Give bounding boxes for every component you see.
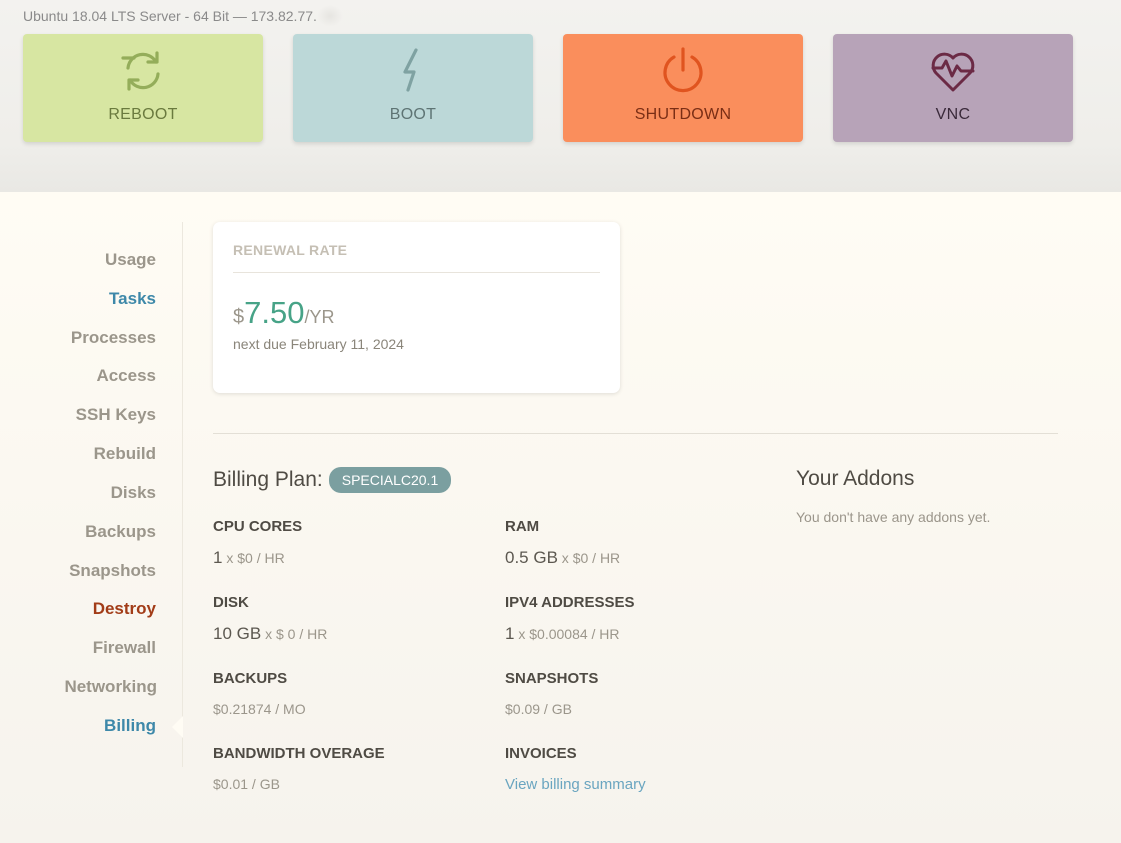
sidebar-item-backups[interactable]: Backups bbox=[85, 522, 156, 542]
billing-plan-heading: Billing Plan: SPECIALC20.1 bbox=[213, 467, 452, 493]
invoices-label: INVOICES bbox=[505, 745, 577, 762]
shutdown-button[interactable]: SHUTDOWN bbox=[563, 34, 803, 142]
view-billing-summary-link[interactable]: View billing summary bbox=[505, 776, 646, 793]
addons-empty-message: You don't have any addons yet. bbox=[796, 509, 991, 525]
price-amount: 7.50 bbox=[244, 295, 305, 330]
ipv4-rate: x $0.00084 / HR bbox=[514, 626, 620, 642]
backups-value: $0.21874 / MO bbox=[213, 701, 306, 717]
sidebar-item-ssh-keys[interactable]: SSH Keys bbox=[76, 405, 156, 425]
shutdown-label: SHUTDOWN bbox=[634, 106, 732, 123]
sidebar-item-disks[interactable]: Disks bbox=[111, 483, 156, 503]
renewal-price: $7.50/YR bbox=[233, 295, 334, 331]
sidebar-item-snapshots[interactable]: Snapshots bbox=[69, 561, 156, 581]
disk-amount: 10 GB bbox=[213, 624, 262, 643]
price-currency: $ bbox=[233, 306, 245, 328]
heart-monitor-icon bbox=[931, 52, 975, 92]
billing-plan-label: Billing Plan: bbox=[213, 468, 323, 491]
sidebar-item-processes[interactable]: Processes bbox=[71, 328, 156, 348]
plan-badge: SPECIALC20.1 bbox=[328, 467, 452, 493]
next-due-date: next due February 11, 2024 bbox=[233, 336, 404, 352]
snapshots-value: $0.09 / GB bbox=[505, 701, 572, 717]
vnc-label: VNC bbox=[935, 106, 971, 123]
vnc-button[interactable]: VNC bbox=[833, 34, 1073, 142]
cpu-cores-value: 1 x $0 / HR bbox=[213, 548, 285, 568]
server-info-text: Ubuntu 18.04 LTS Server - 64 Bit — 173.8… bbox=[23, 8, 317, 24]
boot-button[interactable]: BOOT bbox=[293, 34, 533, 142]
sidebar-item-billing[interactable]: Billing bbox=[104, 716, 156, 736]
server-info: Ubuntu 18.04 LTS Server - 64 Bit — 173.8… bbox=[23, 5, 343, 27]
sidebar-item-destroy[interactable]: Destroy bbox=[93, 599, 156, 619]
active-indicator-arrow bbox=[172, 716, 183, 738]
ram-amount: 0.5 GB bbox=[505, 548, 558, 567]
card-divider bbox=[233, 272, 600, 273]
server-sidebar: Usage Tasks Processes Access SSH Keys Re… bbox=[0, 222, 183, 767]
bandwidth-overage-value: $0.01 / GB bbox=[213, 776, 280, 792]
disk-value: 10 GB x $ 0 / HR bbox=[213, 624, 327, 644]
ram-value: 0.5 GB x $0 / HR bbox=[505, 548, 620, 568]
reboot-button[interactable]: REBOOT bbox=[23, 34, 263, 142]
reboot-icon bbox=[121, 51, 160, 91]
sidebar-item-networking[interactable]: Networking bbox=[64, 677, 157, 697]
power-icon bbox=[663, 47, 703, 93]
sidebar-item-usage[interactable]: Usage bbox=[105, 250, 156, 270]
redacted-ip-smudge bbox=[316, 5, 343, 27]
reboot-label: REBOOT bbox=[108, 106, 178, 123]
lightning-icon bbox=[403, 48, 418, 92]
ram-label: RAM bbox=[505, 518, 540, 535]
bandwidth-overage-label: BANDWIDTH OVERAGE bbox=[213, 745, 385, 762]
cpu-cores-label: CPU CORES bbox=[213, 518, 303, 535]
server-header: Ubuntu 18.04 LTS Server - 64 Bit — 173.8… bbox=[0, 0, 1121, 192]
sidebar-item-firewall[interactable]: Firewall bbox=[93, 638, 156, 658]
section-divider bbox=[213, 433, 1058, 434]
sidebar-item-access[interactable]: Access bbox=[96, 366, 156, 386]
renewal-rate-title: RENEWAL RATE bbox=[233, 242, 348, 258]
cpu-rate: x $0 / HR bbox=[222, 550, 285, 566]
addons-heading: Your Addons bbox=[796, 467, 915, 490]
disk-rate: x $ 0 / HR bbox=[261, 626, 328, 642]
renewal-rate-card: RENEWAL RATE $7.50/YR next due February … bbox=[213, 222, 620, 393]
snapshots-label: SNAPSHOTS bbox=[505, 670, 599, 687]
ipv4-value: 1 x $0.00084 / HR bbox=[505, 624, 620, 644]
ram-rate: x $0 / HR bbox=[557, 550, 621, 566]
ipv4-label: IPV4 ADDRESSES bbox=[505, 594, 635, 611]
boot-label: BOOT bbox=[389, 106, 437, 123]
sidebar-item-tasks[interactable]: Tasks bbox=[109, 289, 156, 309]
backups-label: BACKUPS bbox=[213, 670, 288, 687]
price-period: /YR bbox=[304, 307, 335, 327]
disk-label: DISK bbox=[213, 594, 249, 611]
sidebar-item-rebuild[interactable]: Rebuild bbox=[94, 444, 156, 464]
